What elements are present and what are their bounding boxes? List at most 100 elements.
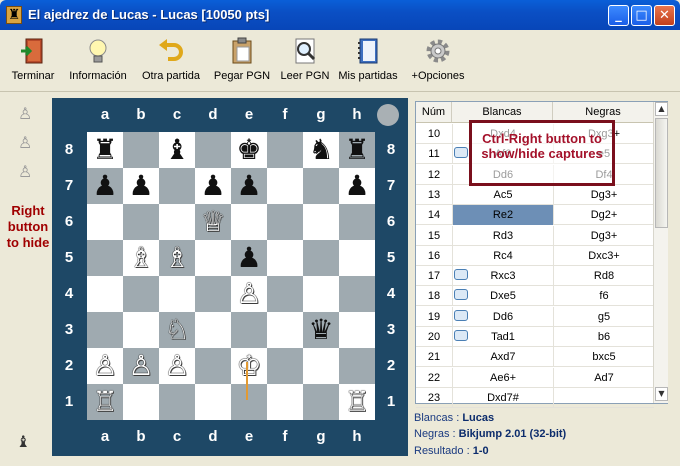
board-square[interactable]	[87, 312, 123, 348]
white-move[interactable]: Ac5	[452, 184, 553, 205]
board-square[interactable]	[267, 276, 303, 312]
board-square[interactable]	[195, 276, 231, 312]
board-square[interactable]	[195, 132, 231, 168]
board-square[interactable]	[267, 132, 303, 168]
board-square[interactable]	[123, 276, 159, 312]
board-square[interactable]	[339, 276, 375, 312]
chess-piece-c3[interactable]: ♘	[159, 312, 195, 348]
mis-partidas-button[interactable]: Mis partidas	[338, 36, 398, 82]
move-row[interactable]: 19 Dd6 g5	[416, 306, 654, 327]
chess-piece-b5[interactable]: ♗	[123, 240, 159, 276]
informacion-button[interactable]: Información	[66, 36, 130, 82]
chess-piece-c8[interactable]: ♝	[159, 132, 195, 168]
move-row[interactable]: 20 Tad1 b6	[416, 327, 654, 347]
chess-piece-a2[interactable]: ♙	[87, 348, 123, 384]
board-square[interactable]	[87, 204, 123, 240]
black-move[interactable]: Dg2+	[553, 205, 654, 226]
move-row[interactable]: 22 Ae6+ Ad7	[416, 367, 654, 388]
white-move[interactable]: Axd7	[452, 347, 553, 368]
chess-piece-c2[interactable]: ♙	[159, 348, 195, 384]
title-bar[interactable]: ♜ El ajedrez de Lucas - Lucas [10050 pts…	[0, 0, 680, 30]
move-list-scrollbar[interactable]: ▲ ▼	[653, 102, 668, 403]
chess-piece-b7[interactable]: ♟	[123, 168, 159, 204]
move-row[interactable]: 18 Dxe5 f6	[416, 286, 654, 307]
board-square[interactable]	[231, 312, 267, 348]
board-square[interactable]	[123, 132, 159, 168]
board-square[interactable]	[267, 312, 303, 348]
chess-piece-b2[interactable]: ♙	[123, 348, 159, 384]
white-move[interactable]: Dxd7#	[452, 387, 553, 408]
board-square[interactable]	[87, 240, 123, 276]
board-square[interactable]	[267, 384, 303, 420]
board-square[interactable]	[87, 276, 123, 312]
black-move[interactable]: f6	[553, 286, 654, 307]
board-square[interactable]	[303, 204, 339, 240]
comment-bubble-icon[interactable]	[454, 289, 468, 301]
board-square[interactable]	[123, 312, 159, 348]
move-row[interactable]: 21 Axd7 bxc5	[416, 347, 654, 368]
white-move[interactable]: Rd3	[452, 225, 553, 246]
white-move[interactable]: Rc4	[452, 245, 553, 266]
board-square[interactable]	[303, 276, 339, 312]
chess-piece-d7[interactable]: ♟	[195, 168, 231, 204]
chess-piece-d6[interactable]: ♕	[195, 204, 231, 240]
chess-piece-h1[interactable]: ♖	[339, 384, 375, 420]
board-square[interactable]	[267, 168, 303, 204]
black-move[interactable]: Rd8	[553, 266, 654, 287]
move-row[interactable]: 23 Dxd7#	[416, 387, 654, 408]
black-move[interactable]: bxc5	[553, 347, 654, 368]
board-square[interactable]	[159, 276, 195, 312]
board-square[interactable]	[231, 204, 267, 240]
board-square[interactable]	[123, 204, 159, 240]
comment-bubble-icon[interactable]	[454, 269, 468, 281]
move-row[interactable]: 16 Rc4 Dxc3+	[416, 245, 654, 266]
board-square[interactable]	[267, 348, 303, 384]
white-move[interactable]: Ae6+	[452, 367, 553, 388]
move-row[interactable]: 17 Rxc3 Rd8	[416, 266, 654, 287]
board-square[interactable]	[123, 384, 159, 420]
board-square[interactable]	[339, 312, 375, 348]
move-row[interactable]: 14 Re2 Dg2+	[416, 205, 654, 226]
terminar-button[interactable]: Terminar	[10, 36, 56, 82]
move-row[interactable]: 13 Ac5 Dg3+	[416, 184, 654, 205]
bishop-status-icon[interactable]: ♝	[16, 432, 30, 451]
board-square[interactable]	[303, 240, 339, 276]
board-square[interactable]	[195, 240, 231, 276]
otra-partida-button[interactable]: Otra partida	[140, 36, 202, 82]
black-move[interactable]: Dxc3+	[553, 245, 654, 266]
board-square[interactable]	[195, 348, 231, 384]
chess-piece-h8[interactable]: ♜	[339, 132, 375, 168]
minimize-button[interactable]: _	[608, 5, 629, 26]
white-move[interactable]: Re2	[452, 205, 553, 226]
chess-piece-e8[interactable]: ♚	[231, 132, 267, 168]
scroll-down-arrow-icon[interactable]: ▼	[655, 387, 668, 401]
black-move[interactable]: b6	[553, 327, 654, 347]
comment-bubble-icon[interactable]	[454, 330, 468, 341]
board-square[interactable]	[303, 168, 339, 204]
chess-piece-h7[interactable]: ♟	[339, 168, 375, 204]
chess-piece-e5[interactable]: ♟	[231, 240, 267, 276]
chess-piece-c5[interactable]: ♗	[159, 240, 195, 276]
board-square[interactable]	[339, 240, 375, 276]
close-button[interactable]: ✕	[654, 5, 675, 26]
move-row[interactable]: 15 Rd3 Dg3+	[416, 225, 654, 246]
maximize-button[interactable]: □	[631, 5, 652, 26]
board-square[interactable]	[339, 204, 375, 240]
header-num[interactable]: Núm	[416, 102, 452, 123]
board-square[interactable]	[267, 240, 303, 276]
board-square[interactable]	[159, 168, 195, 204]
chess-piece-e2[interactable]: ♔	[231, 348, 267, 384]
board-square[interactable]	[159, 384, 195, 420]
black-move[interactable]: Dg3+	[553, 225, 654, 246]
black-move[interactable]: g5	[553, 306, 654, 327]
scroll-up-arrow-icon[interactable]: ▲	[655, 102, 668, 116]
board-square[interactable]	[303, 384, 339, 420]
board-square[interactable]	[195, 384, 231, 420]
leer-pgn-button[interactable]: Leer PGN	[280, 36, 330, 82]
chess-board[interactable]: ♜ ♝ ♚ ♞ ♜ ♟ ♟ ♟ ♟ ♟ ♟ ♛ ♕ ♗ ♗ ♙ ♘ ♙ ♙ ♙ ♔ ♖ ♖	[87, 132, 375, 420]
opciones-button[interactable]: +Opciones	[410, 36, 466, 82]
board-square[interactable]	[339, 348, 375, 384]
comment-bubble-icon[interactable]	[454, 147, 468, 159]
black-move[interactable]	[553, 387, 654, 408]
chess-piece-g3[interactable]: ♛	[303, 312, 339, 348]
